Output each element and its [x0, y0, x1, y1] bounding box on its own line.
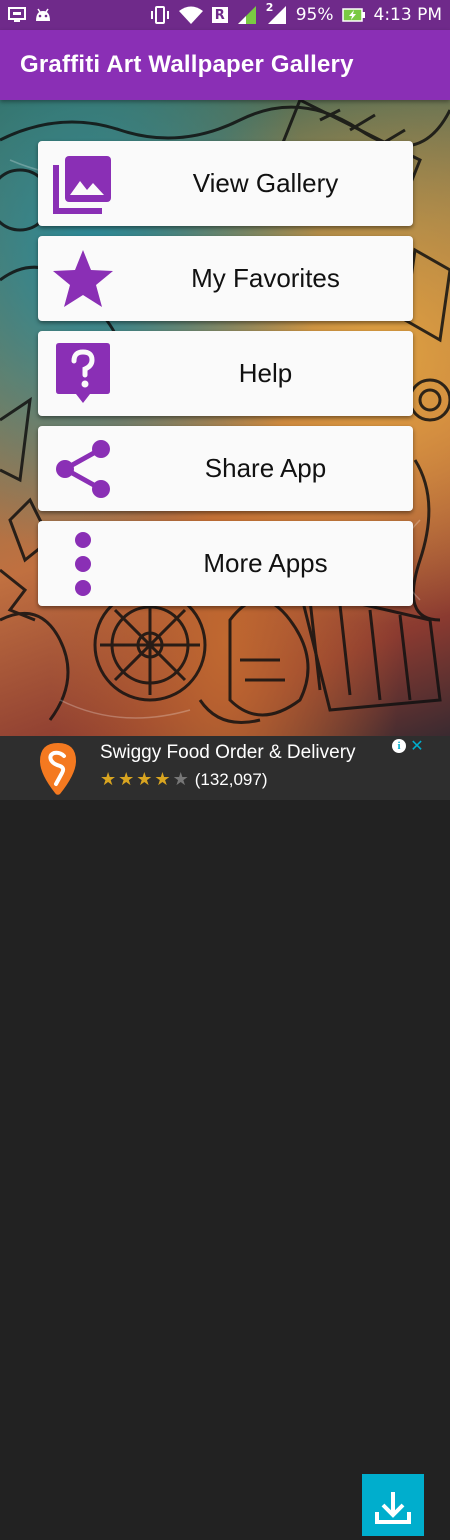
help-icon — [50, 341, 116, 407]
star-icon: ★ — [118, 769, 135, 790]
star-icon: ★ — [136, 769, 153, 790]
download-icon — [375, 1492, 411, 1524]
more-apps-label: More Apps — [203, 548, 328, 578]
signal-icon — [236, 5, 258, 25]
main-menu: View Gallery My Favorites Help Share App… — [38, 141, 413, 606]
help-button[interactable]: Help — [38, 331, 413, 416]
more-apps-button[interactable]: More Apps — [38, 521, 413, 606]
star-icon: ★ — [154, 769, 171, 790]
signal-icon: 2 — [266, 1, 288, 25]
help-label: Help — [238, 358, 293, 388]
share-icon — [50, 436, 116, 502]
clock: 4:13 PM — [373, 5, 443, 25]
more-vertical-icon — [50, 531, 116, 597]
battery-percent: 95% — [295, 5, 334, 25]
ad-title: Swiggy Food Order & Delivery — [100, 742, 356, 763]
ad-banner[interactable]: Swiggy Food Order & Delivery ★ ★ ★ ★ ★ (… — [0, 736, 450, 1536]
screen-cast-icon — [8, 7, 26, 23]
status-bar-left — [8, 7, 52, 23]
ad-rating: ★ ★ ★ ★ ★ (132,097) — [100, 770, 267, 790]
app-bar: Graffiti Art Wallpaper Gallery — [0, 30, 450, 100]
my-favorites-button[interactable]: My Favorites — [38, 236, 413, 321]
android-icon — [34, 7, 52, 23]
my-favorites-label: My Favorites — [191, 263, 340, 293]
ad-review-count: (132,097) — [194, 770, 268, 789]
wifi-icon — [178, 5, 204, 25]
roaming-indicator: R — [211, 7, 228, 23]
star-icon — [50, 246, 116, 312]
view-gallery-label: View Gallery — [192, 168, 339, 198]
share-app-button[interactable]: Share App — [38, 426, 413, 511]
swiggy-logo — [30, 740, 86, 796]
page-title: Graffiti Art Wallpaper Gallery — [20, 51, 354, 78]
ad-info-icon[interactable]: i — [392, 739, 406, 753]
status-bar-right: R 2 95% 4:13 PM — [150, 1, 443, 25]
battery-charging-icon — [341, 7, 366, 23]
star-icon: ★ — [100, 769, 117, 790]
gallery-icon — [50, 151, 116, 217]
view-gallery-button[interactable]: View Gallery — [38, 141, 413, 226]
vibrate-icon — [150, 6, 170, 24]
sim-label: 2 — [265, 1, 274, 14]
share-app-label: Share App — [204, 453, 327, 483]
ad-download-button[interactable] — [362, 1474, 424, 1536]
ad-close-icon[interactable]: ✕ — [409, 738, 425, 754]
star-empty-icon: ★ — [172, 769, 189, 790]
status-bar: R 2 95% 4:13 PM — [0, 0, 450, 30]
